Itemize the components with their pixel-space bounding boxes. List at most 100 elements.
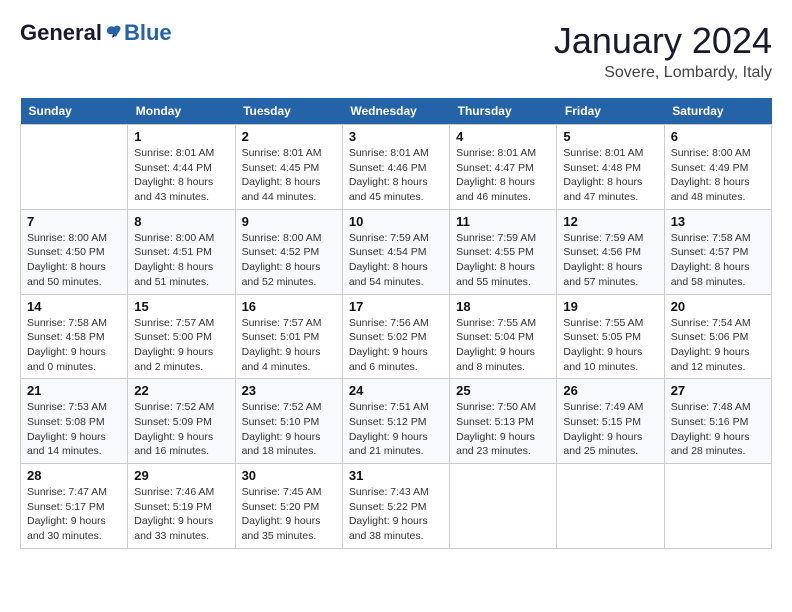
day-number: 3 (349, 129, 443, 144)
calendar-cell: 2 Sunrise: 8:01 AMSunset: 4:45 PMDaylight… (235, 125, 342, 210)
calendar-cell: 19 Sunrise: 7:55 AMSunset: 5:05 PMDayligh… (557, 294, 664, 379)
day-info: Sunrise: 8:01 AMSunset: 4:47 PMDaylight:… (456, 146, 550, 205)
calendar-cell: 17 Sunrise: 7:56 AMSunset: 5:02 PMDayligh… (342, 294, 449, 379)
calendar-cell: 22 Sunrise: 7:52 AMSunset: 5:09 PMDayligh… (128, 379, 235, 464)
day-info: Sunrise: 7:45 AMSunset: 5:20 PMDaylight:… (242, 485, 336, 544)
calendar-cell: 5Sunrise: 8:01 AMSunset: 4:48 PMDaylight… (557, 125, 664, 210)
location-title: Sovere, Lombardy, Italy (554, 64, 772, 82)
calendar-cell: 31 Sunrise: 7:43 AMSunset: 5:22 PMDayligh… (342, 464, 449, 549)
day-number: 17 (349, 299, 443, 314)
calendar-week-row: 14Sunrise: 7:58 AMSunset: 4:58 PMDayligh… (21, 294, 772, 379)
calendar-cell: 13 Sunrise: 7:58 AMSunset: 4:57 PMDayligh… (664, 209, 771, 294)
day-info: Sunrise: 7:43 AMSunset: 5:22 PMDaylight:… (349, 485, 443, 544)
day-number: 16 (242, 299, 336, 314)
calendar-cell: 28 Sunrise: 7:47 AMSunset: 5:17 PMDayligh… (21, 464, 128, 549)
logo-general: General (20, 20, 102, 46)
day-info: Sunrise: 7:47 AMSunset: 5:17 PMDaylight:… (27, 485, 121, 544)
day-info: Sunrise: 8:00 AMSunset: 4:52 PMDaylight:… (242, 231, 336, 290)
calendar-cell (664, 464, 771, 549)
day-info: Sunrise: 8:00 AMSunset: 4:51 PMDaylight:… (134, 231, 228, 290)
day-info: Sunrise: 7:58 AMSunset: 4:58 PMDaylight:… (27, 316, 121, 375)
day-number: 26 (563, 383, 657, 398)
day-number: 9 (242, 214, 336, 229)
calendar-cell: 16 Sunrise: 7:57 AMSunset: 5:01 PMDayligh… (235, 294, 342, 379)
day-info: Sunrise: 7:52 AMSunset: 5:10 PMDaylight:… (242, 400, 336, 459)
calendar-table: SundayMondayTuesdayWednesdayThursdayFrid… (20, 98, 772, 549)
weekday-header-cell: Monday (128, 98, 235, 125)
day-info: Sunrise: 7:53 AMSunset: 5:08 PMDaylight:… (27, 400, 121, 459)
day-info: Sunrise: 8:00 AMSunset: 4:50 PMDaylight:… (27, 231, 121, 290)
calendar-cell: 15Sunrise: 7:57 AMSunset: 5:00 PMDayligh… (128, 294, 235, 379)
day-number: 13 (671, 214, 765, 229)
day-number: 24 (349, 383, 443, 398)
calendar-cell (557, 464, 664, 549)
day-number: 19 (563, 299, 657, 314)
weekday-header-cell: Sunday (21, 98, 128, 125)
day-number: 21 (27, 383, 121, 398)
calendar-week-row: 21 Sunrise: 7:53 AMSunset: 5:08 PMDayligh… (21, 379, 772, 464)
day-number: 29 (134, 468, 228, 483)
calendar-cell: 21 Sunrise: 7:53 AMSunset: 5:08 PMDayligh… (21, 379, 128, 464)
calendar-cell: 6Sunrise: 8:00 AMSunset: 4:49 PMDaylight… (664, 125, 771, 210)
calendar-cell: 3 Sunrise: 8:01 AMSunset: 4:46 PMDaylight… (342, 125, 449, 210)
day-info: Sunrise: 7:57 AMSunset: 5:01 PMDaylight:… (242, 316, 336, 375)
day-number: 23 (242, 383, 336, 398)
day-info: Sunrise: 7:52 AMSunset: 5:09 PMDaylight:… (134, 400, 228, 459)
day-number: 15 (134, 299, 228, 314)
day-info: Sunrise: 7:55 AMSunset: 5:05 PMDaylight:… (563, 316, 657, 375)
day-number: 20 (671, 299, 765, 314)
day-info: Sunrise: 7:51 AMSunset: 5:12 PMDaylight:… (349, 400, 443, 459)
day-number: 25 (456, 383, 550, 398)
calendar-cell: 7 Sunrise: 8:00 AMSunset: 4:50 PMDaylight… (21, 209, 128, 294)
day-number: 2 (242, 129, 336, 144)
logo-blue: Blue (124, 20, 172, 46)
calendar-cell: 29Sunrise: 7:46 AMSunset: 5:19 PMDayligh… (128, 464, 235, 549)
day-number: 22 (134, 383, 228, 398)
weekday-header-cell: Wednesday (342, 98, 449, 125)
weekday-header-cell: Thursday (450, 98, 557, 125)
page-header: General Blue January 2024 Sovere, Lombar… (20, 20, 772, 82)
calendar-cell: 8 Sunrise: 8:00 AMSunset: 4:51 PMDaylight… (128, 209, 235, 294)
calendar-week-row: 7 Sunrise: 8:00 AMSunset: 4:50 PMDaylight… (21, 209, 772, 294)
day-number: 10 (349, 214, 443, 229)
day-number: 6 (671, 129, 765, 144)
calendar-cell (450, 464, 557, 549)
day-info: Sunrise: 7:59 AMSunset: 4:54 PMDaylight:… (349, 231, 443, 290)
calendar-cell (21, 125, 128, 210)
day-number: 11 (456, 214, 550, 229)
day-info: Sunrise: 8:01 AMSunset: 4:45 PMDaylight:… (242, 146, 336, 205)
calendar-cell: 1 Sunrise: 8:01 AMSunset: 4:44 PMDaylight… (128, 125, 235, 210)
month-title: January 2024 (554, 20, 772, 62)
day-info: Sunrise: 7:59 AMSunset: 4:56 PMDaylight:… (563, 231, 657, 290)
calendar-cell: 9 Sunrise: 8:00 AMSunset: 4:52 PMDaylight… (235, 209, 342, 294)
day-info: Sunrise: 7:54 AMSunset: 5:06 PMDaylight:… (671, 316, 765, 375)
day-info: Sunrise: 8:01 AMSunset: 4:46 PMDaylight:… (349, 146, 443, 205)
calendar-cell: 14Sunrise: 7:58 AMSunset: 4:58 PMDayligh… (21, 294, 128, 379)
calendar-cell: 4Sunrise: 8:01 AMSunset: 4:47 PMDaylight… (450, 125, 557, 210)
calendar-cell: 10 Sunrise: 7:59 AMSunset: 4:54 PMDayligh… (342, 209, 449, 294)
day-number: 31 (349, 468, 443, 483)
day-info: Sunrise: 7:59 AMSunset: 4:55 PMDaylight:… (456, 231, 550, 290)
day-number: 7 (27, 214, 121, 229)
day-number: 30 (242, 468, 336, 483)
calendar-cell: 24 Sunrise: 7:51 AMSunset: 5:12 PMDayligh… (342, 379, 449, 464)
calendar-cell: 27Sunrise: 7:48 AMSunset: 5:16 PMDayligh… (664, 379, 771, 464)
day-number: 18 (456, 299, 550, 314)
day-info: Sunrise: 7:49 AMSunset: 5:15 PMDaylight:… (563, 400, 657, 459)
calendar-week-row: 28 Sunrise: 7:47 AMSunset: 5:17 PMDayligh… (21, 464, 772, 549)
calendar-cell: 18Sunrise: 7:55 AMSunset: 5:04 PMDayligh… (450, 294, 557, 379)
day-info: Sunrise: 7:58 AMSunset: 4:57 PMDaylight:… (671, 231, 765, 290)
day-number: 1 (134, 129, 228, 144)
day-info: Sunrise: 7:48 AMSunset: 5:16 PMDaylight:… (671, 400, 765, 459)
day-info: Sunrise: 7:50 AMSunset: 5:13 PMDaylight:… (456, 400, 550, 459)
logo-bird-icon (104, 23, 124, 43)
day-number: 8 (134, 214, 228, 229)
day-info: Sunrise: 8:01 AMSunset: 4:44 PMDaylight:… (134, 146, 228, 205)
weekday-header-cell: Saturday (664, 98, 771, 125)
weekday-header-cell: Friday (557, 98, 664, 125)
day-number: 28 (27, 468, 121, 483)
day-info: Sunrise: 7:56 AMSunset: 5:02 PMDaylight:… (349, 316, 443, 375)
weekday-header-cell: Tuesday (235, 98, 342, 125)
day-number: 12 (563, 214, 657, 229)
calendar-cell: 20 Sunrise: 7:54 AMSunset: 5:06 PMDayligh… (664, 294, 771, 379)
